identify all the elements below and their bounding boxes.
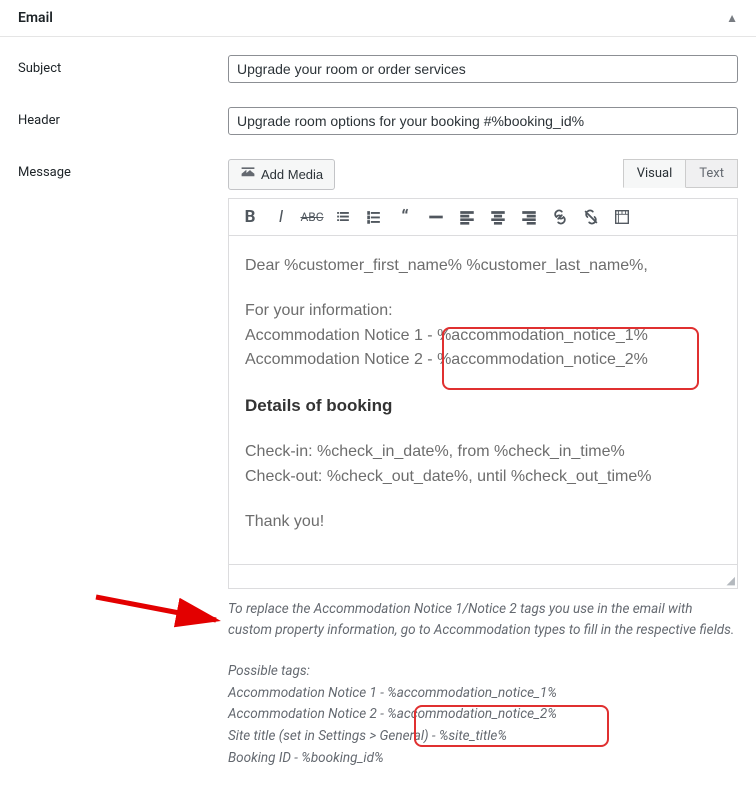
- editor-heading: Details of booking: [245, 396, 392, 415]
- help-paragraph: To replace the Accommodation Notice 1/No…: [228, 599, 738, 641]
- align-left-button[interactable]: [452, 202, 482, 232]
- section-title: Email: [18, 10, 53, 26]
- editor-line: Accommodation Notice 2 - %accommodation_…: [245, 348, 721, 373]
- tag-line: Site title (set in Settings > General) -…: [228, 726, 738, 748]
- email-form: Subject Header Message Add Media Visual …: [0, 37, 756, 803]
- subject-input[interactable]: [228, 55, 738, 83]
- blockquote-button[interactable]: “: [390, 202, 420, 232]
- editor-line: Check-out: %check_out_date%, until %chec…: [245, 465, 721, 490]
- help-text: To replace the Accommodation Notice 1/No…: [228, 599, 738, 769]
- add-media-label: Add Media: [261, 167, 323, 182]
- header-row: Header: [18, 107, 738, 135]
- bullet-list-button[interactable]: [328, 202, 358, 232]
- subject-label: Subject: [18, 55, 228, 76]
- header-input[interactable]: [228, 107, 738, 135]
- editor-box: B I ABC “ Dear %customer_first_name% %cu…: [228, 198, 738, 589]
- editor-line: Dear %customer_first_name% %customer_las…: [245, 254, 721, 279]
- unlink-button[interactable]: [576, 202, 606, 232]
- editor-line: Check-in: %check_in_date%, from %check_i…: [245, 440, 721, 465]
- header-label: Header: [18, 107, 228, 128]
- resize-handle-icon[interactable]: ◢: [727, 575, 735, 586]
- editor-statusbar: ◢: [229, 564, 737, 588]
- italic-button[interactable]: I: [266, 202, 296, 232]
- editor-line: Thank you!: [245, 510, 721, 535]
- tags-heading: Possible tags:: [228, 661, 738, 683]
- editor-line: For your information:: [245, 299, 721, 324]
- align-right-button[interactable]: [514, 202, 544, 232]
- add-media-button[interactable]: Add Media: [228, 159, 335, 190]
- message-row: Message Add Media Visual Text B I ABC: [18, 159, 738, 769]
- subject-row: Subject: [18, 55, 738, 83]
- strikethrough-button[interactable]: ABC: [297, 202, 327, 232]
- editor-line: Accommodation Notice 1 - %accommodation_…: [245, 324, 721, 349]
- tag-line: Accommodation Notice 1 - %accommodation_…: [228, 683, 738, 705]
- collapse-icon[interactable]: ▲: [726, 11, 738, 25]
- editor-toolbar: B I ABC “: [229, 199, 737, 236]
- tag-line: Accommodation Notice 2 - %accommodation_…: [228, 704, 738, 726]
- tab-visual[interactable]: Visual: [623, 159, 687, 188]
- section-header[interactable]: Email ▲: [0, 0, 756, 37]
- link-button[interactable]: [545, 202, 575, 232]
- tag-line: Booking ID - %booking_id%: [228, 748, 738, 770]
- message-editor[interactable]: Dear %customer_first_name% %customer_las…: [229, 236, 737, 564]
- editor-tabs: Visual Text: [624, 159, 738, 188]
- tab-text[interactable]: Text: [685, 159, 738, 188]
- message-label: Message: [18, 159, 228, 180]
- toolbar-toggle-button[interactable]: [607, 202, 637, 232]
- bold-button[interactable]: B: [235, 202, 265, 232]
- align-center-button[interactable]: [483, 202, 513, 232]
- hr-button[interactable]: [421, 202, 451, 232]
- numbered-list-button[interactable]: [359, 202, 389, 232]
- media-icon: [240, 165, 256, 184]
